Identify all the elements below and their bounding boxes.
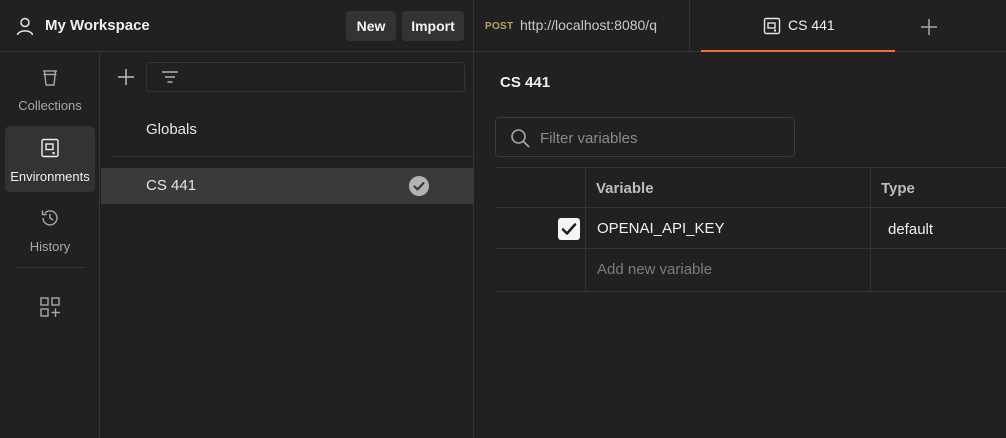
- checkmark-icon: [561, 223, 577, 235]
- tab-environment-label: CS 441: [788, 17, 835, 33]
- variable-filter[interactable]: [495, 117, 795, 157]
- column-header-type: Type: [881, 180, 915, 197]
- environment-list-panel: Globals CS 441: [101, 52, 474, 438]
- trash-bucket-icon: [43, 70, 57, 86]
- environment-icon: [41, 138, 59, 158]
- new-button[interactable]: New: [346, 11, 396, 41]
- tab-request[interactable]: POST http://localhost:8080/q: [474, 0, 690, 52]
- column-divider: [585, 168, 586, 292]
- list-item-label: Globals: [146, 121, 197, 138]
- variable-name-cell[interactable]: OPENAI_API_KEY: [597, 220, 725, 237]
- history-icon: [41, 210, 58, 226]
- column-header-variable: Variable: [596, 180, 654, 197]
- plus-icon[interactable]: [116, 67, 136, 87]
- add-new-variable-input[interactable]: Add new variable: [597, 261, 712, 278]
- request-url: http://localhost:8080/q: [520, 17, 657, 33]
- filter-icon: [162, 71, 178, 83]
- sidebar-item-label: History: [29, 239, 71, 254]
- request-method-badge: POST: [485, 21, 514, 32]
- page-title[interactable]: CS 441: [500, 74, 550, 91]
- sidebar-item-collections[interactable]: Collections: [5, 55, 95, 121]
- list-divider: [111, 156, 474, 157]
- sidebar: Collections Environments History: [0, 52, 100, 438]
- tab-environment[interactable]: CS 441: [701, 0, 895, 52]
- sidebar-divider: [15, 267, 85, 268]
- sidebar-item-history[interactable]: History: [5, 196, 95, 262]
- workspace-header: My Workspace New Import: [0, 0, 474, 52]
- row-enabled-checkbox[interactable]: [558, 218, 580, 240]
- top-bar: My Workspace New Import POST http://loca…: [0, 0, 1006, 52]
- sidebar-item-label: Collections: [18, 98, 82, 113]
- table-bottom-border: [495, 291, 1006, 292]
- user-icon: [16, 17, 34, 36]
- sidebar-item-label: Environments: [10, 169, 90, 184]
- environment-icon: [763, 17, 781, 35]
- import-button[interactable]: Import: [402, 11, 464, 41]
- table-row-border: [495, 248, 1006, 249]
- environment-editor: CS 441 Variable Type OPENAI_API_KEY defa…: [475, 52, 1006, 438]
- variable-type-cell[interactable]: default: [888, 221, 933, 238]
- environment-filter[interactable]: [146, 62, 465, 92]
- filter-variables-input[interactable]: [540, 127, 780, 149]
- column-divider: [870, 168, 871, 292]
- add-panels-icon[interactable]: [39, 296, 61, 318]
- list-item-globals[interactable]: Globals: [101, 112, 474, 148]
- table-header-border: [495, 207, 1006, 208]
- new-tab-plus-icon[interactable]: [918, 16, 940, 38]
- search-icon: [511, 129, 530, 148]
- list-item-cs441[interactable]: CS 441: [101, 168, 474, 204]
- workspace-title[interactable]: My Workspace: [45, 17, 150, 34]
- active-check-icon[interactable]: [409, 176, 429, 196]
- sidebar-item-environments[interactable]: Environments: [5, 126, 95, 192]
- list-item-label: CS 441: [146, 177, 197, 194]
- variables-table: Variable Type OPENAI_API_KEY default Add…: [495, 167, 1006, 292]
